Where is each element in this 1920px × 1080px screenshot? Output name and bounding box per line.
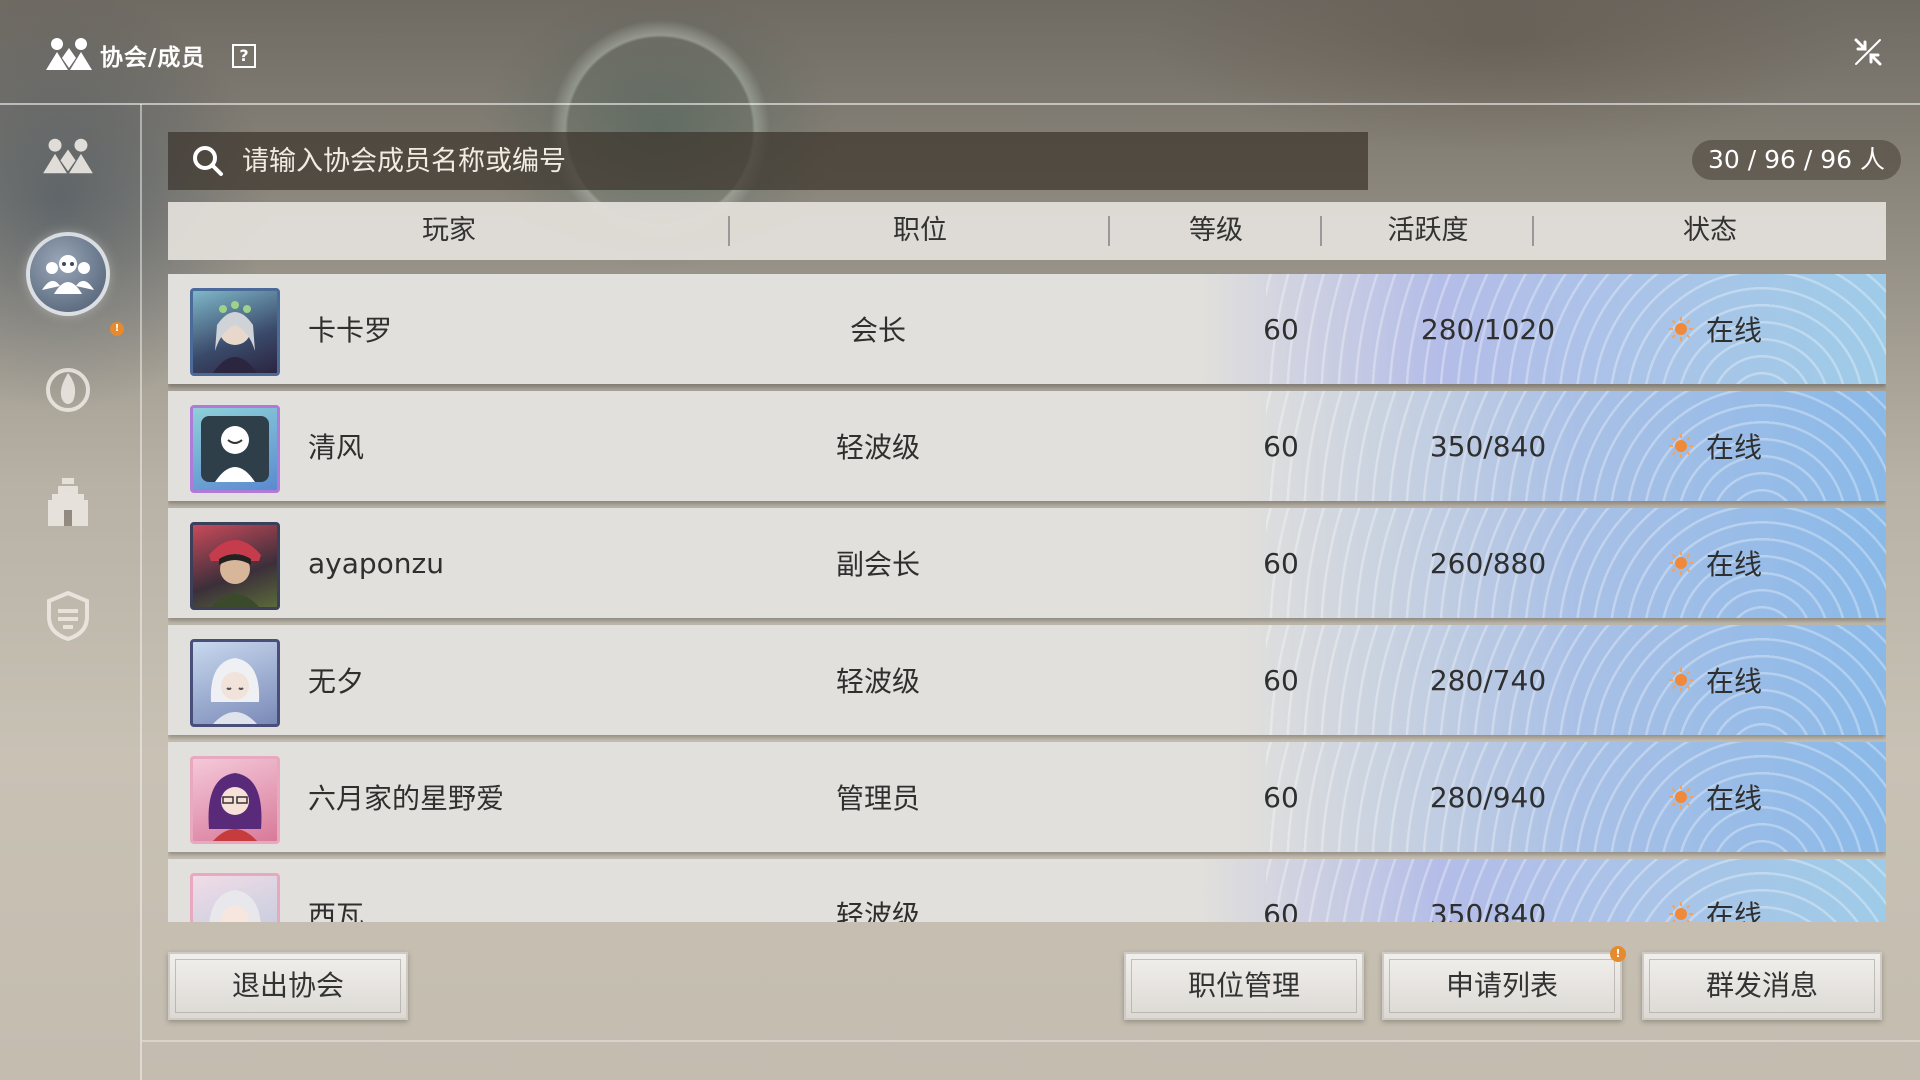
broadcast-message-button[interactable]: 群发消息 [1642, 952, 1882, 1020]
player-position: 会长 [849, 314, 906, 347]
column-header-status[interactable]: 状态 [1534, 202, 1886, 260]
sidebar-divider [140, 104, 142, 1080]
player-activity: 350/840 [1429, 429, 1547, 463]
player-level: 60 [1263, 897, 1299, 923]
manage-positions-button[interactable]: 职位管理 [1124, 952, 1364, 1020]
player-status: 在线 [1668, 777, 1762, 817]
application-list-button[interactable]: 申请列表 ! [1382, 946, 1626, 1020]
avatar-portrait [210, 658, 260, 724]
player-activity: 280/740 [1429, 663, 1547, 697]
sidebar-item-shield[interactable] [30, 578, 106, 654]
avatar-portrait [209, 540, 261, 607]
table-row[interactable]: 六月家的星野爱 管理员 60 280/940 在线 [168, 742, 1886, 852]
sidebar-item-members[interactable] [30, 236, 106, 312]
player-level: 60 [1263, 429, 1299, 463]
player-position: 管理员 [835, 782, 920, 815]
guild-emblem-icon [46, 38, 92, 70]
player-name: 西瓦 [308, 899, 365, 922]
sidebar: ! [0, 104, 140, 1080]
player-activity: 350/840 [1429, 897, 1547, 923]
player-status: 在线 [1668, 660, 1762, 700]
breadcrumb: 协会/成员 [100, 45, 206, 71]
status-text: 在线 [1706, 548, 1763, 581]
status-text: 在线 [1706, 782, 1763, 815]
avatar[interactable] [190, 873, 280, 922]
table-header: 玩家 职位 等级 活跃度 状态 [168, 202, 1886, 260]
online-sun-icon [1669, 902, 1693, 922]
castle-icon [48, 478, 88, 526]
table-row[interactable]: 卡卡罗 会长 60 280/1020 在线 [168, 274, 1886, 384]
status-text: 在线 [1706, 665, 1763, 698]
player-name: 清风 [308, 431, 365, 464]
status-text: 在线 [1706, 431, 1763, 464]
search-input[interactable] [240, 144, 1344, 178]
avatar[interactable] [190, 756, 280, 844]
guild-emblem-icon [43, 138, 93, 174]
avatar[interactable] [190, 522, 280, 610]
online-sun-icon [1669, 785, 1693, 809]
player-position: 副会长 [835, 548, 920, 581]
player-status: 在线 [1668, 426, 1762, 466]
notification-badge: ! [1610, 946, 1626, 962]
player-name: 无夕 [308, 665, 365, 698]
table-row[interactable]: 清风 轻波级 60 350/840 在线 [168, 391, 1886, 501]
leave-guild-button[interactable]: 退出协会 [168, 952, 408, 1020]
player-level: 60 [1263, 780, 1299, 814]
status-text: 在线 [1706, 899, 1763, 922]
sidebar-item-flame[interactable] [30, 350, 106, 426]
avatar-portrait [213, 301, 257, 373]
player-level: 60 [1263, 312, 1299, 346]
avatar[interactable] [190, 288, 280, 376]
top-bar: 协会/成员 ? [0, 0, 1920, 104]
member-count: 30 / 96 / 96 人 [1692, 140, 1902, 180]
online-sun-icon [1669, 434, 1693, 458]
player-level: 60 [1263, 546, 1299, 580]
column-header-player[interactable]: 玩家 [168, 202, 730, 260]
help-button[interactable]: ? [232, 44, 256, 68]
header-divider [0, 103, 1920, 105]
table-row[interactable]: 无夕 轻波级 60 280/740 在线 [168, 625, 1886, 735]
player-activity: 280/940 [1429, 780, 1547, 814]
shield-icon [47, 591, 89, 641]
sidebar-item-guild[interactable] [30, 118, 106, 194]
avatar[interactable] [190, 405, 280, 493]
collapse-arrows-icon[interactable] [1852, 36, 1884, 68]
player-position: 轻波级 [835, 665, 920, 698]
column-header-position[interactable]: 职位 [730, 202, 1110, 260]
player-name: 六月家的星野爱 [308, 782, 505, 815]
notification-badge: ! [110, 322, 124, 336]
player-activity: 280/1020 [1420, 312, 1556, 346]
table-row[interactable]: 西瓦 轻波级 60 350/840 在线 [168, 859, 1886, 922]
table-row[interactable]: ayaponzu 副会长 60 260/880 在线 [168, 508, 1886, 618]
application-list-label: 申请列表 [1445, 969, 1558, 1002]
member-search-bar[interactable] [168, 132, 1368, 190]
member-list[interactable]: 卡卡罗 会长 60 280/1020 在线 清风 轻波级 60 350/840 [168, 274, 1886, 922]
player-position: 轻波级 [835, 899, 920, 922]
player-status: 在线 [1668, 309, 1762, 349]
members-icon [42, 255, 94, 294]
player-position: 轻波级 [835, 431, 920, 464]
player-name: 卡卡罗 [308, 314, 393, 347]
column-header-activity[interactable]: 活跃度 [1322, 202, 1534, 260]
flame-icon [46, 368, 90, 412]
avatar-portrait [208, 773, 262, 841]
footer-divider [142, 1040, 1920, 1042]
player-name: ayaponzu [308, 546, 444, 580]
column-header-level[interactable]: 等级 [1110, 202, 1322, 260]
online-sun-icon [1669, 668, 1693, 692]
player-level: 60 [1263, 663, 1299, 697]
online-sun-icon [1669, 317, 1693, 341]
online-sun-icon [1669, 551, 1693, 575]
status-text: 在线 [1706, 314, 1763, 347]
avatar-portrait [209, 890, 261, 922]
player-status: 在线 [1668, 543, 1762, 583]
avatar[interactable] [190, 639, 280, 727]
avatar-portrait [201, 416, 269, 482]
player-status: 在线 [1668, 894, 1762, 922]
search-icon [193, 146, 223, 176]
sidebar-item-castle[interactable] [30, 464, 106, 540]
player-activity: 260/880 [1429, 546, 1547, 580]
